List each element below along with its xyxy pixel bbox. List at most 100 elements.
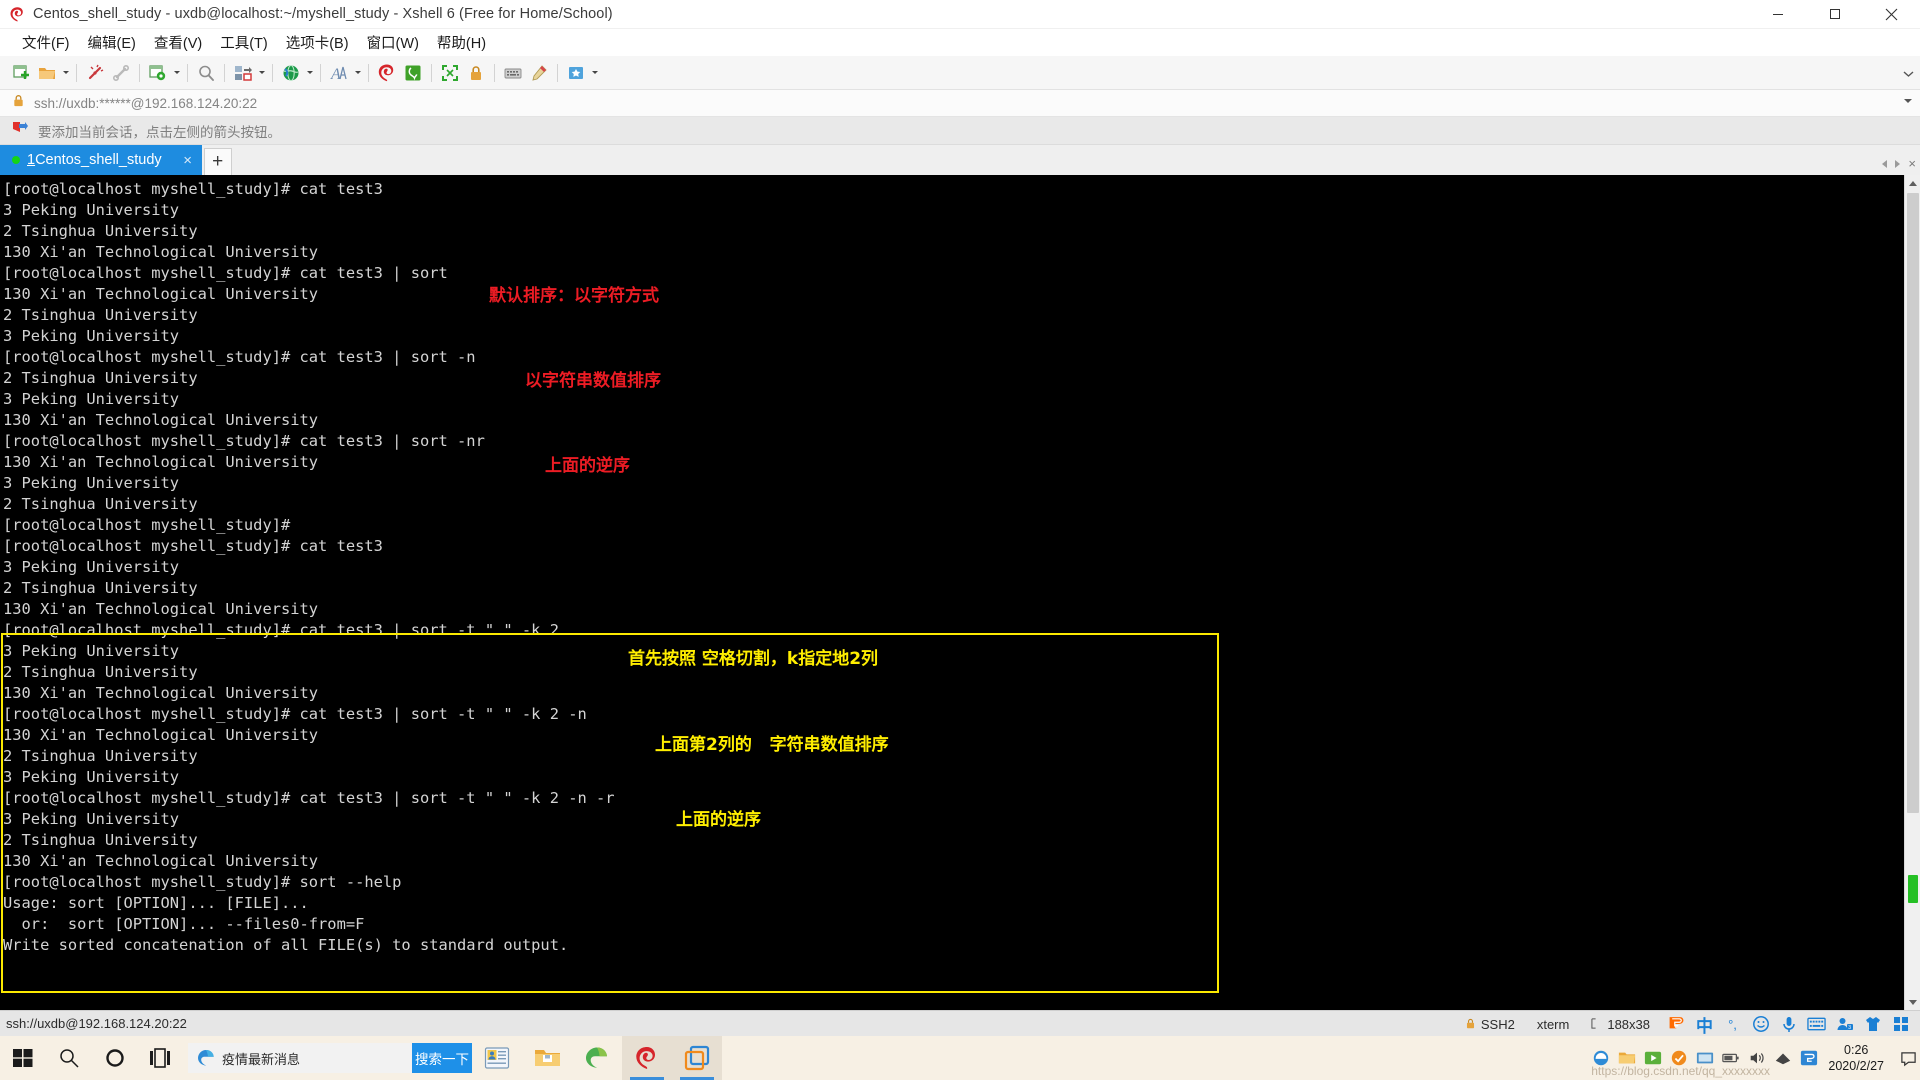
taskbar-app-edge[interactable] <box>572 1036 622 1080</box>
open-folder-icon[interactable] <box>34 60 60 86</box>
xshell-icon[interactable] <box>374 60 400 86</box>
menu-help[interactable]: 帮助(H) <box>428 30 495 56</box>
close-button[interactable] <box>1863 0 1920 29</box>
terminal-annotation: 上面第2列的 字符串数值排序 <box>655 735 889 755</box>
terminal-line: [root@localhost myshell_study]# cat test… <box>3 705 587 723</box>
terminal-line: 2 Tsinghua University <box>3 222 198 240</box>
terminal-line: 130 Xi'an Technological University <box>3 285 319 303</box>
address-bar[interactable]: ssh://uxdb:******@192.168.124.20:22 <box>0 90 1920 117</box>
find-icon[interactable] <box>193 60 219 86</box>
lock-icon[interactable] <box>463 60 489 86</box>
scrollbar-up-icon[interactable] <box>1905 175 1920 191</box>
notification-icon[interactable] <box>1896 1036 1920 1080</box>
disconnect-icon[interactable] <box>82 60 108 86</box>
scrollbar-thumb[interactable] <box>1907 193 1919 813</box>
network-tray-icon[interactable] <box>1770 1036 1796 1080</box>
status-connection: ssh://uxdb@192.168.124.20:22 <box>6 1016 187 1031</box>
taskbar-search-box[interactable]: 疫情最新消息 <box>188 1043 412 1073</box>
scrollbar-marker <box>1908 875 1918 903</box>
menu-file[interactable]: 文件(F) <box>13 30 79 56</box>
globe-icon[interactable] <box>278 60 304 86</box>
lock-icon <box>12 94 25 112</box>
font-icon[interactable]: A <box>326 60 352 86</box>
taskbar-search-button[interactable]: 搜索一下 <box>412 1043 472 1073</box>
scroll-left-icon[interactable] <box>1882 160 1887 168</box>
terminal-line: 130 Xi'an Technological University <box>3 453 319 471</box>
status-term-type: xterm <box>1536 1016 1570 1032</box>
terminal-output[interactable]: [root@localhost myshell_study]# cat test… <box>0 175 1904 1010</box>
ime-mode-label[interactable]: 中 <box>1695 1015 1714 1037</box>
terminal-scrollbar[interactable] <box>1904 175 1920 1010</box>
toolbar-separator <box>76 63 77 82</box>
reconnect-icon[interactable] <box>108 60 134 86</box>
xftp-icon[interactable] <box>400 60 426 86</box>
chevron-down-icon[interactable] <box>1904 99 1912 103</box>
add-bookmark-icon[interactable] <box>563 60 589 86</box>
toolbox-icon[interactable] <box>1891 1015 1910 1034</box>
globe-dropdown-icon[interactable] <box>304 60 315 86</box>
edge-icon <box>196 1048 216 1068</box>
session-properties-dropdown-icon[interactable] <box>171 60 182 86</box>
microphone-icon[interactable] <box>1779 1015 1798 1034</box>
search-icon[interactable] <box>46 1036 92 1080</box>
terminal-annotation: 上面的逆序 <box>545 456 630 476</box>
taskbar-app-explorer[interactable] <box>522 1036 572 1080</box>
toolbar-separator <box>139 63 140 82</box>
terminal-line: 130 Xi'an Technological University <box>3 600 319 618</box>
add-bookmark-dropdown-icon[interactable] <box>589 60 600 86</box>
fullscreen-icon[interactable] <box>437 60 463 86</box>
terminal-line: 3 Peking University <box>3 642 180 660</box>
highlight-icon[interactable] <box>526 60 552 86</box>
task-view-icon[interactable] <box>138 1036 184 1080</box>
soft-keyboard-icon[interactable] <box>1807 1015 1826 1034</box>
taskbar-search-value: 疫情最新消息 <box>222 1051 301 1067</box>
cortana-icon[interactable] <box>92 1036 138 1080</box>
maximize-button[interactable] <box>1806 0 1863 29</box>
menu-tabs[interactable]: 选项卡(B) <box>277 30 358 56</box>
sogou-tray-icon[interactable] <box>1796 1036 1822 1080</box>
terminal-line: 3 Peking University <box>3 810 180 828</box>
skin-icon[interactable] <box>1863 1015 1882 1034</box>
toolbar-separator <box>320 63 321 82</box>
taskbar-app-xftp[interactable] <box>672 1036 722 1080</box>
transfer-file-icon[interactable] <box>230 60 256 86</box>
open-folder-dropdown-icon[interactable] <box>60 60 71 86</box>
scrollbar-down-icon[interactable] <box>1905 994 1920 1010</box>
keyboard-icon[interactable] <box>500 60 526 86</box>
lock-icon <box>1465 1017 1476 1032</box>
font-dropdown-icon[interactable] <box>352 60 363 86</box>
status-security-label: SSH2 <box>1480 1016 1515 1032</box>
taskbar-clock[interactable]: 0:26 2020/2/27 <box>1822 1042 1896 1074</box>
close-tab-icon[interactable]: × <box>1908 156 1916 171</box>
watermark: https://blog.csdn.net/qq_xxxxxxxx <box>1591 1064 1770 1078</box>
terminal-line: Write sorted concatenation of all FILE(s… <box>3 936 569 954</box>
menu-edit[interactable]: 编辑(E) <box>79 30 145 56</box>
minimize-button[interactable] <box>1749 0 1806 29</box>
tab-centos-shell-study[interactable]: 1 Centos_shell_study × <box>0 145 202 175</box>
tab-close-icon[interactable]: × <box>180 152 196 169</box>
toolbar-overflow-icon[interactable] <box>1903 56 1914 90</box>
menu-tools[interactable]: 工具(T) <box>211 30 277 56</box>
toolbar-separator <box>431 63 432 82</box>
windows-start-icon[interactable] <box>0 1036 46 1080</box>
taskbar-app-xshell[interactable] <box>622 1036 672 1080</box>
menu-window[interactable]: 窗口(W) <box>358 30 428 56</box>
menu-view[interactable]: 查看(V) <box>145 30 211 56</box>
terminal-line: [root@localhost myshell_study]# cat test… <box>3 348 476 366</box>
ime-punctuation-icon[interactable]: °, <box>1723 1015 1742 1034</box>
user-icon[interactable]: 3 <box>1835 1015 1854 1034</box>
title-bar: Centos_shell_study - uxdb@localhost:~/my… <box>0 0 1920 29</box>
transfer-file-dropdown-icon[interactable] <box>256 60 267 86</box>
session-properties-icon[interactable] <box>145 60 171 86</box>
emoji-icon[interactable] <box>1751 1015 1770 1034</box>
terminal-line: 130 Xi'an Technological University <box>3 243 319 261</box>
sogou-logo-icon[interactable] <box>1667 1015 1686 1034</box>
new-session-icon[interactable] <box>8 60 34 86</box>
scroll-right-icon[interactable] <box>1895 160 1900 168</box>
toolbar: A <box>0 56 1920 90</box>
terminal-line: 2 Tsinghua University <box>3 495 198 513</box>
terminal-line: 2 Tsinghua University <box>3 831 198 849</box>
taskbar-app-contacts[interactable] <box>472 1036 522 1080</box>
terminal-line: Usage: sort [OPTION]... [FILE]... <box>3 894 309 912</box>
new-tab-button[interactable]: + <box>203 148 232 175</box>
